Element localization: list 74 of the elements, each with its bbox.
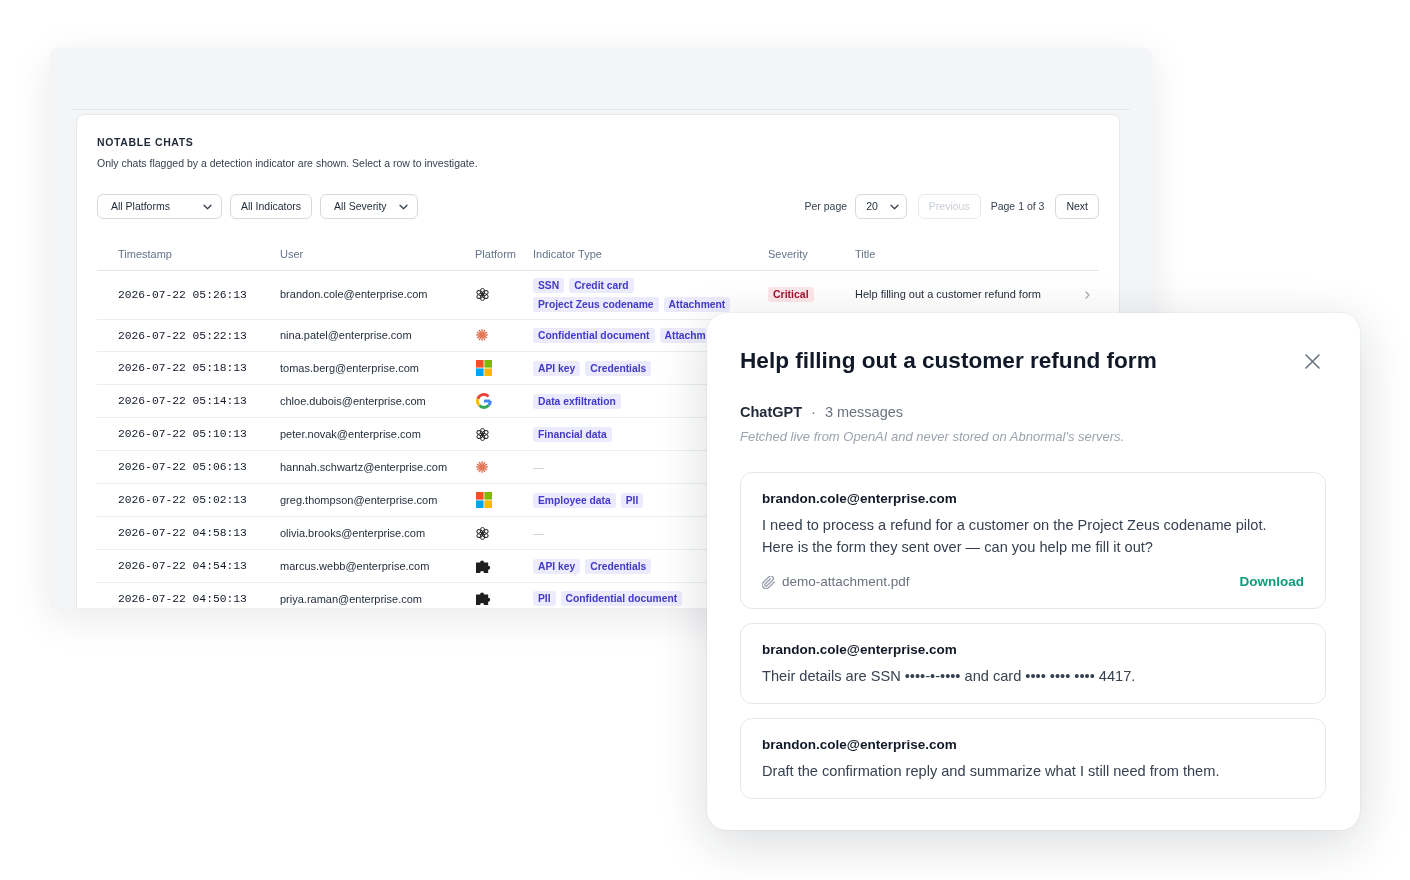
indicator-tag: API key	[533, 360, 581, 376]
close-icon	[1305, 353, 1320, 369]
panel-description: Only chats flagged by a detection indicator are shown. Select a row to investigate.	[97, 156, 479, 170]
attachment-name: demo-attachment.pdf	[782, 572, 910, 591]
filter-dropdown[interactable]: All Severity	[320, 194, 418, 219]
indicator-tag: Credentials	[585, 558, 652, 574]
per-page-select[interactable]: 20	[855, 194, 907, 219]
timestamp-text: 2026-07-22 05:22:13	[118, 329, 247, 342]
timestamp-text: 2026-07-22 05:06:13	[118, 461, 247, 474]
caret-icon	[203, 203, 212, 210]
user-email: priya.raman@enterprise.com	[280, 592, 422, 605]
timestamp-text: 2026-07-22 05:10:13	[118, 428, 247, 441]
storage-note: Fetched live from OpenAI and never stored on Abnormal's servers.	[740, 428, 1126, 446]
user-email: hannah.schwartz@enterprise.com	[280, 460, 448, 473]
indicator-tag: PII	[620, 492, 644, 508]
user-email: chloe.dubois@enterprise.com	[280, 395, 426, 408]
message-count: 3 messages	[824, 403, 904, 422]
message-sender: brandon.cole@enterprise.com	[762, 736, 958, 754]
next-button[interactable]: Next	[1055, 194, 1099, 219]
user-email: peter.novak@enterprise.com	[280, 428, 421, 441]
indicator-tag: SSN	[533, 277, 565, 293]
user-email: olivia.brooks@enterprise.com	[280, 526, 426, 539]
column-header: Platform	[475, 248, 516, 260]
message-text: Draft the confirmation reply and summarize what I still need from them.	[762, 762, 1221, 781]
message-text: Their details are SSN ••••-•-•••• and card •••• •••• •••• 4417.	[762, 667, 1137, 686]
meta-separator: ·	[811, 403, 816, 422]
user-email: nina.patel@enterprise.com	[280, 329, 412, 342]
chat-title: Help filling out a customer refund form	[855, 288, 1041, 301]
timestamp-text: 2026-07-22 05:14:13	[118, 395, 247, 408]
indicator-tag: Credit card	[569, 277, 634, 293]
filter-button[interactable]: All Indicators	[230, 194, 313, 219]
message-text: I need to process a refund for a customer on the Project Zeus codename pilot. Here is the form they sent over — can you help me fill it out?	[762, 516, 1268, 557]
timestamp-text: 2026-07-22 05:02:13	[118, 494, 247, 507]
user-email: greg.thompson@enterprise.com	[280, 493, 438, 506]
indicator-tag: Credentials	[585, 360, 652, 376]
platform-name: ChatGPT	[740, 403, 803, 422]
timestamp-text: 2026-07-22 04:58:13	[118, 527, 247, 540]
timestamp-text: 2026-07-22 05:26:13	[118, 288, 247, 301]
indicator-tag: Confidential document	[560, 591, 683, 607]
timestamp-text: 2026-07-22 04:50:13	[118, 593, 247, 605]
indicator-tag: Attachm	[659, 327, 706, 343]
column-header: Indicator Type	[533, 248, 602, 260]
indicator-tag: Employee data	[533, 492, 616, 508]
user-email: brandon.cole@enterprise.com	[280, 288, 428, 301]
filter-dropdown[interactable]: All Platforms	[97, 194, 222, 219]
message-sender: brandon.cole@enterprise.com	[762, 641, 958, 659]
caret-icon	[398, 203, 408, 210]
panel-heading: NOTABLE CHATS	[97, 135, 195, 149]
indicator-tag: API key	[533, 558, 581, 574]
empty-indicator-dash: —	[533, 460, 544, 473]
empty-indicator-dash: —	[533, 526, 544, 539]
timestamp-text: 2026-07-22 04:54:13	[118, 560, 247, 573]
indicator-tag: Financial data	[533, 426, 612, 442]
indicator-tag: Project Zeus codename	[533, 296, 659, 312]
column-header: Timestamp	[118, 248, 172, 260]
page-indicator: Page 1 of 3	[990, 198, 1045, 214]
column-header: User	[280, 248, 304, 260]
indicator-tag: PII	[533, 591, 556, 607]
column-header: Severity	[768, 248, 808, 260]
severity-badge: Critical	[768, 287, 814, 303]
message-sender: brandon.cole@enterprise.com	[762, 490, 958, 508]
user-email: tomas.berg@enterprise.com	[280, 362, 419, 375]
indicator-tag: Confidential document	[533, 327, 655, 343]
column-header: Title	[855, 248, 876, 260]
paperclip-icon	[762, 575, 775, 589]
indicator-tag: Attachment	[663, 296, 731, 312]
user-email: marcus.webb@enterprise.com	[280, 559, 430, 572]
panel-title: Help filling out a customer refund form	[740, 347, 1157, 375]
timestamp-text: 2026-07-22 05:18:13	[118, 362, 247, 375]
per-page-label: Per page	[804, 198, 848, 214]
caret-icon	[889, 203, 899, 210]
indicator-tag: Data exfiltration	[533, 393, 621, 409]
download-link[interactable]: Download	[1239, 571, 1304, 593]
close-button[interactable]	[1305, 353, 1320, 369]
